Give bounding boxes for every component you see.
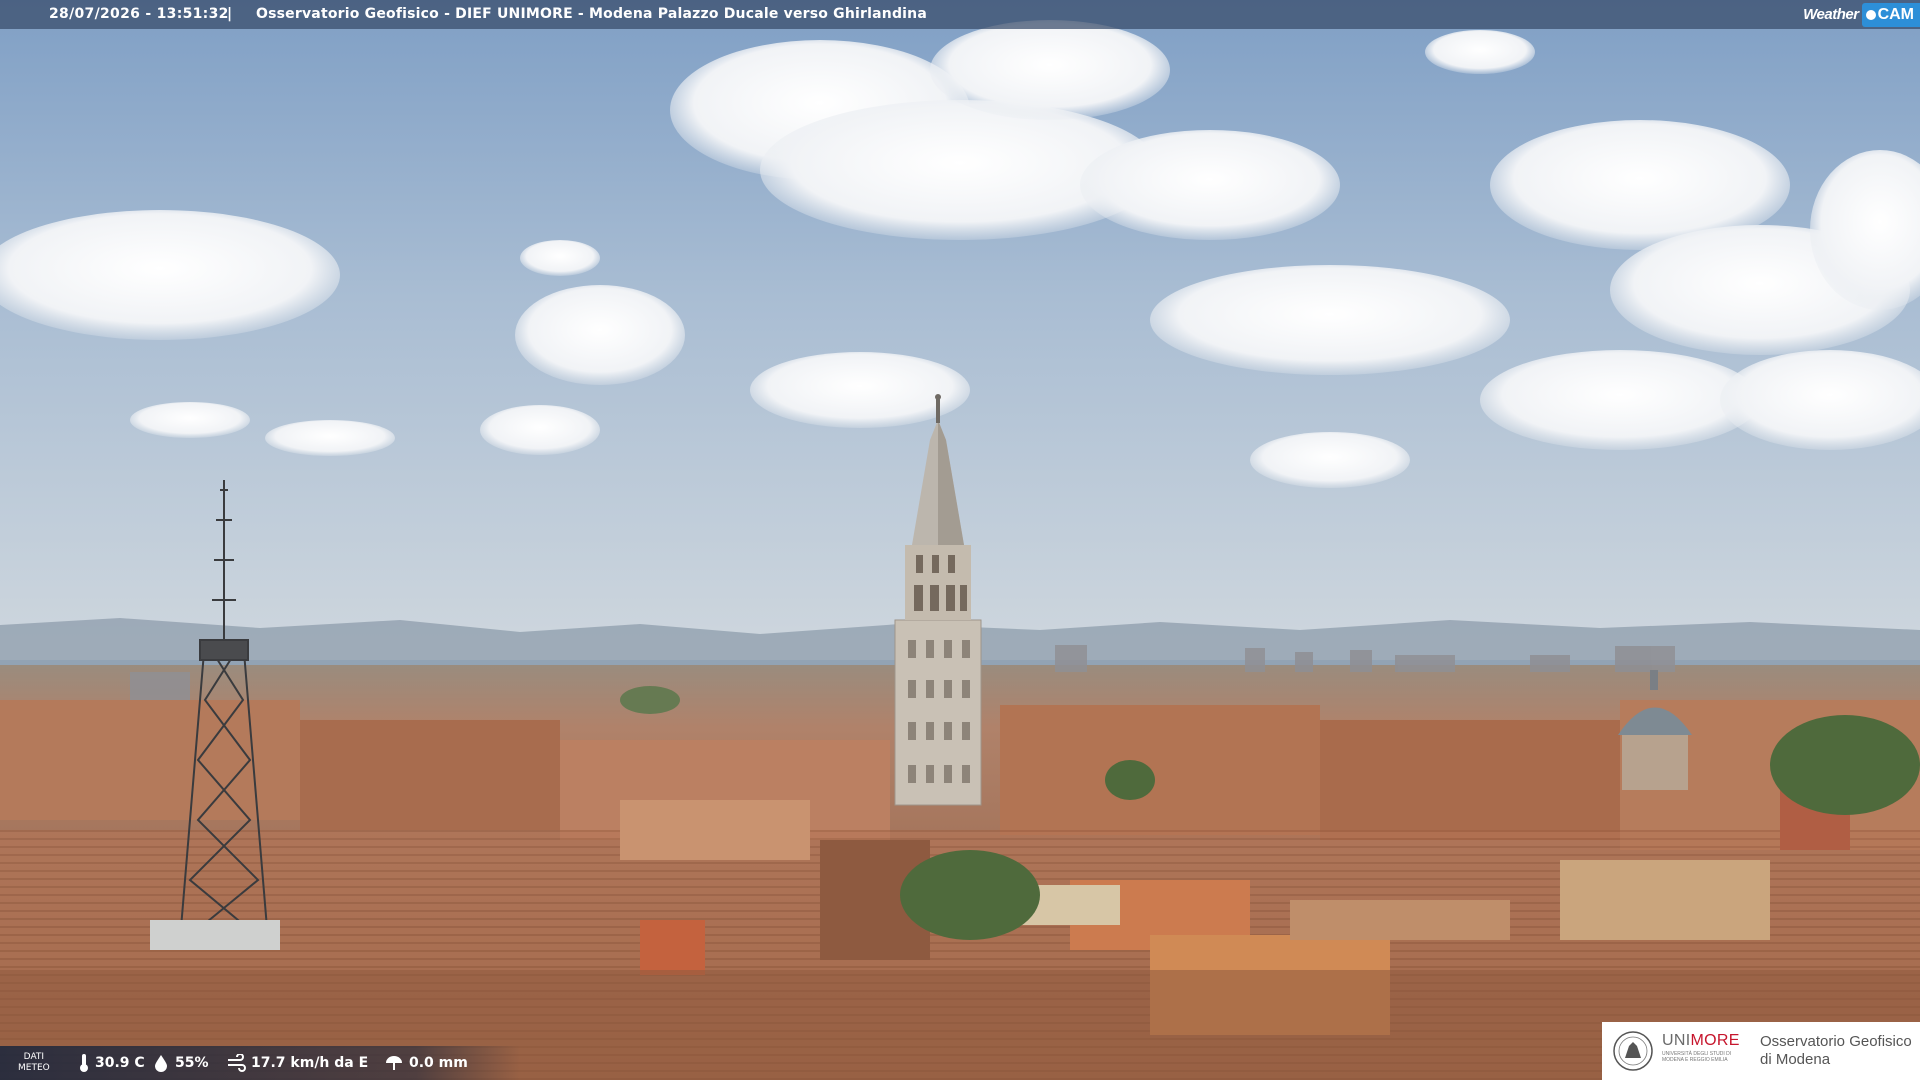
weathercam-dot-icon bbox=[1865, 9, 1876, 20]
weathercam-logo: Weather CAM bbox=[1803, 0, 1920, 29]
weather-data-label: DATI METEO bbox=[18, 1052, 50, 1074]
wind-reading: 17.7 km/h da E bbox=[226, 1046, 368, 1080]
observatory-name-line1: Osservatorio Geofisico bbox=[1760, 1033, 1912, 1050]
antenna-base bbox=[150, 920, 280, 950]
weathercam-cam-text: CAM bbox=[1877, 5, 1914, 23]
timestamp: 28/07/2026 - 13:51:32 bbox=[49, 6, 229, 22]
webcam-scene bbox=[0, 0, 1920, 1080]
humidity-drop-icon bbox=[155, 1055, 167, 1072]
wind-value: 17.7 km/h da E bbox=[251, 1055, 369, 1071]
camera-title: Osservatorio Geofisico - DIEF UNIMORE - … bbox=[256, 6, 927, 22]
observatory-name: Osservatorio Geofisico di Modena bbox=[1760, 1033, 1912, 1069]
unimore-subtitle: UNIVERSITÀ DEGLI STUDI DI MODENA E REGGI… bbox=[1662, 1051, 1732, 1063]
thermometer-icon bbox=[80, 1054, 88, 1072]
weather-data-label-line1: DATI bbox=[23, 1052, 45, 1062]
webcam-overlay-bar: 28/07/2026 - 13:51:32 | Osservatorio Geo… bbox=[0, 0, 1920, 29]
university-seal-icon bbox=[1613, 1031, 1653, 1071]
weathercam-cam-badge: CAM bbox=[1861, 2, 1920, 27]
weather-data-label-line2: METEO bbox=[18, 1063, 50, 1073]
rain-gauge-icon bbox=[386, 1056, 402, 1070]
rain-reading: 0.0 mm bbox=[384, 1046, 468, 1080]
weather-data-strip: DATI METEO 30.9 C 55% 17.7 km/h da E 0.0… bbox=[0, 1046, 520, 1080]
humidity-value: 55% bbox=[175, 1055, 209, 1071]
unimore-wordmark: UNIMORE bbox=[1662, 1032, 1740, 1049]
rain-value: 0.0 mm bbox=[409, 1055, 468, 1071]
observatory-name-line2: di Modena bbox=[1760, 1051, 1831, 1068]
weathercam-weather-text: Weather bbox=[1803, 6, 1859, 23]
temperature-reading: 30.9 C bbox=[78, 1046, 145, 1080]
unimore-logo-panel: UNIMORE UNIVERSITÀ DEGLI STUDI DI MODENA… bbox=[1602, 1022, 1920, 1080]
temperature-value: 30.9 C bbox=[95, 1055, 145, 1071]
humidity-reading: 55% bbox=[152, 1046, 209, 1080]
wind-icon bbox=[228, 1054, 246, 1072]
separator: | bbox=[227, 6, 233, 22]
